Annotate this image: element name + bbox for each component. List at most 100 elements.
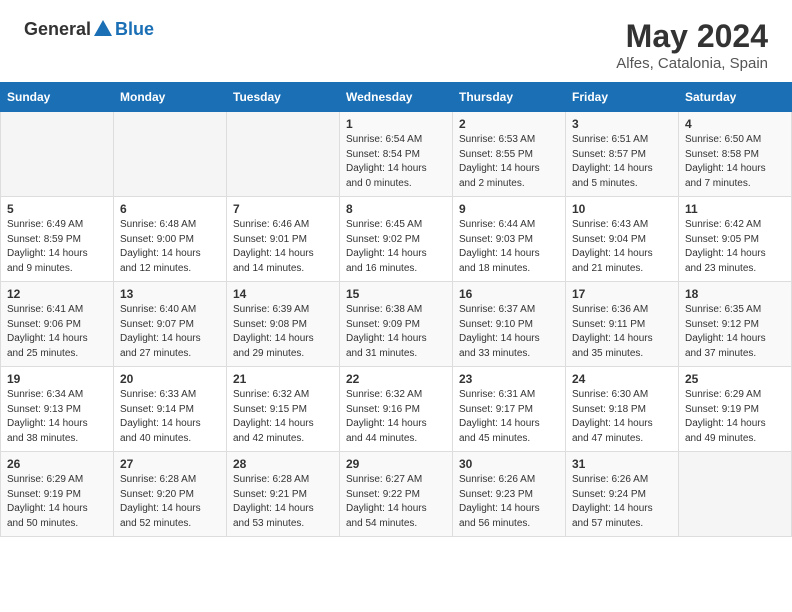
day-number: 21 bbox=[233, 372, 333, 386]
day-number: 4 bbox=[685, 117, 785, 131]
calendar-cell: 23Sunrise: 6:31 AMSunset: 9:17 PMDayligh… bbox=[453, 367, 566, 452]
cell-info: Sunrise: 6:38 AMSunset: 9:09 PMDaylight:… bbox=[346, 303, 446, 361]
day-number: 12 bbox=[7, 287, 107, 301]
col-header-monday: Monday bbox=[114, 83, 227, 112]
cell-info: Sunrise: 6:44 AMSunset: 9:03 PMDaylight:… bbox=[459, 218, 559, 276]
cell-info: Sunrise: 6:26 AMSunset: 9:24 PMDaylight:… bbox=[572, 473, 672, 531]
calendar-cell: 5 Sunrise: 6:49 AMSunset: 8:59 PMDaylight… bbox=[1, 197, 114, 282]
calendar-cell: 9 Sunrise: 6:44 AMSunset: 9:03 PMDaylight… bbox=[453, 197, 566, 282]
logo-icon bbox=[92, 18, 114, 40]
cell-info: Sunrise: 6:35 AMSunset: 9:12 PMDaylight:… bbox=[685, 303, 785, 361]
cell-info: Sunrise: 6:54 AMSunset: 8:54 PMDaylight:… bbox=[346, 133, 446, 191]
cell-info: Sunrise: 6:32 AMSunset: 9:15 PMDaylight:… bbox=[233, 388, 333, 446]
day-number: 27 bbox=[120, 457, 220, 471]
calendar-cell: 29 Sunrise: 6:27 AMSunset: 9:22 PMDayligh… bbox=[340, 452, 453, 537]
col-header-sunday: Sunday bbox=[1, 83, 114, 112]
cell-info: Sunrise: 6:50 AMSunset: 8:58 PMDaylight:… bbox=[685, 133, 785, 191]
day-number: 3 bbox=[572, 117, 672, 131]
cell-info: Sunrise: 6:36 AMSunset: 9:11 PMDaylight:… bbox=[572, 303, 672, 361]
col-header-friday: Friday bbox=[566, 83, 679, 112]
day-number: 15 bbox=[346, 287, 446, 301]
calendar-cell: 1 Sunrise: 6:54 AMSunset: 8:54 PMDaylight… bbox=[340, 112, 453, 197]
day-number: 7 bbox=[233, 202, 333, 216]
day-number: 26 bbox=[7, 457, 107, 471]
cell-info: Sunrise: 6:43 AMSunset: 9:04 PMDaylight:… bbox=[572, 218, 672, 276]
calendar-cell: 15 Sunrise: 6:38 AMSunset: 9:09 PMDayligh… bbox=[340, 282, 453, 367]
calendar-cell: 16 Sunrise: 6:37 AMSunset: 9:10 PMDayligh… bbox=[453, 282, 566, 367]
calendar-cell: 8 Sunrise: 6:45 AMSunset: 9:02 PMDaylight… bbox=[340, 197, 453, 282]
col-header-saturday: Saturday bbox=[679, 83, 792, 112]
calendar-cell: 27 Sunrise: 6:28 AMSunset: 9:20 PMDayligh… bbox=[114, 452, 227, 537]
day-number: 10 bbox=[572, 202, 672, 216]
col-header-thursday: Thursday bbox=[453, 83, 566, 112]
cell-info: Sunrise: 6:53 AMSunset: 8:55 PMDaylight:… bbox=[459, 133, 559, 191]
calendar-cell: 3 Sunrise: 6:51 AMSunset: 8:57 PMDaylight… bbox=[566, 112, 679, 197]
cell-info: Sunrise: 6:30 AMSunset: 9:18 PMDaylight:… bbox=[572, 388, 672, 446]
day-number: 1 bbox=[346, 117, 446, 131]
day-number: 19 bbox=[7, 372, 107, 386]
cell-info: Sunrise: 6:31 AMSunset: 9:17 PMDaylight:… bbox=[459, 388, 559, 446]
day-number: 17 bbox=[572, 287, 672, 301]
cell-info: Sunrise: 6:48 AMSunset: 9:00 PMDaylight:… bbox=[120, 218, 220, 276]
calendar-cell bbox=[679, 452, 792, 537]
col-header-tuesday: Tuesday bbox=[227, 83, 340, 112]
calendar-cell: 18 Sunrise: 6:35 AMSunset: 9:12 PMDayligh… bbox=[679, 282, 792, 367]
calendar-cell: 17 Sunrise: 6:36 AMSunset: 9:11 PMDayligh… bbox=[566, 282, 679, 367]
day-number: 29 bbox=[346, 457, 446, 471]
cell-info: Sunrise: 6:40 AMSunset: 9:07 PMDaylight:… bbox=[120, 303, 220, 361]
cell-info: Sunrise: 6:28 AMSunset: 9:20 PMDaylight:… bbox=[120, 473, 220, 531]
day-number: 28 bbox=[233, 457, 333, 471]
calendar-cell: 30 Sunrise: 6:26 AMSunset: 9:23 PMDayligh… bbox=[453, 452, 566, 537]
logo: General Blue bbox=[24, 18, 154, 40]
day-number: 13 bbox=[120, 287, 220, 301]
cell-info: Sunrise: 6:41 AMSunset: 9:06 PMDaylight:… bbox=[7, 303, 107, 361]
location-subtitle: Alfes, Catalonia, Spain bbox=[616, 55, 768, 72]
calendar-cell bbox=[227, 112, 340, 197]
cell-info: Sunrise: 6:32 AMSunset: 9:16 PMDaylight:… bbox=[346, 388, 446, 446]
day-number: 16 bbox=[459, 287, 559, 301]
cell-info: Sunrise: 6:51 AMSunset: 8:57 PMDaylight:… bbox=[572, 133, 672, 191]
calendar-week-4: 19 Sunrise: 6:34 AMSunset: 9:13 PMDayligh… bbox=[1, 367, 792, 452]
calendar-cell: 20Sunrise: 6:33 AMSunset: 9:14 PMDayligh… bbox=[114, 367, 227, 452]
calendar-cell: 6 Sunrise: 6:48 AMSunset: 9:00 PMDaylight… bbox=[114, 197, 227, 282]
cell-info: Sunrise: 6:49 AMSunset: 8:59 PMDaylight:… bbox=[7, 218, 107, 276]
calendar-cell: 2 Sunrise: 6:53 AMSunset: 8:55 PMDaylight… bbox=[453, 112, 566, 197]
day-number: 14 bbox=[233, 287, 333, 301]
day-number: 2 bbox=[459, 117, 559, 131]
cell-info: Sunrise: 6:29 AMSunset: 9:19 PMDaylight:… bbox=[7, 473, 107, 531]
month-year-title: May 2024 bbox=[616, 18, 768, 55]
calendar-cell: 31Sunrise: 6:26 AMSunset: 9:24 PMDayligh… bbox=[566, 452, 679, 537]
logo-general-text: General bbox=[24, 19, 91, 40]
cell-info: Sunrise: 6:45 AMSunset: 9:02 PMDaylight:… bbox=[346, 218, 446, 276]
calendar-cell: 11 Sunrise: 6:42 AMSunset: 9:05 PMDayligh… bbox=[679, 197, 792, 282]
day-number: 8 bbox=[346, 202, 446, 216]
cell-info: Sunrise: 6:37 AMSunset: 9:10 PMDaylight:… bbox=[459, 303, 559, 361]
cell-info: Sunrise: 6:42 AMSunset: 9:05 PMDaylight:… bbox=[685, 218, 785, 276]
day-number: 25 bbox=[685, 372, 785, 386]
cell-info: Sunrise: 6:39 AMSunset: 9:08 PMDaylight:… bbox=[233, 303, 333, 361]
calendar-cell: 26 Sunrise: 6:29 AMSunset: 9:19 PMDayligh… bbox=[1, 452, 114, 537]
day-number: 9 bbox=[459, 202, 559, 216]
calendar-cell: 7Sunrise: 6:46 AMSunset: 9:01 PMDaylight… bbox=[227, 197, 340, 282]
day-number: 30 bbox=[459, 457, 559, 471]
calendar-cell: 14 Sunrise: 6:39 AMSunset: 9:08 PMDayligh… bbox=[227, 282, 340, 367]
cell-info: Sunrise: 6:34 AMSunset: 9:13 PMDaylight:… bbox=[7, 388, 107, 446]
calendar-cell bbox=[114, 112, 227, 197]
day-number: 22 bbox=[346, 372, 446, 386]
day-number: 6 bbox=[120, 202, 220, 216]
calendar-cell: 22 Sunrise: 6:32 AMSunset: 9:16 PMDayligh… bbox=[340, 367, 453, 452]
calendar-week-5: 26 Sunrise: 6:29 AMSunset: 9:19 PMDayligh… bbox=[1, 452, 792, 537]
calendar-cell bbox=[1, 112, 114, 197]
day-number: 24 bbox=[572, 372, 672, 386]
cell-info: Sunrise: 6:29 AMSunset: 9:19 PMDaylight:… bbox=[685, 388, 785, 446]
day-number: 18 bbox=[685, 287, 785, 301]
logo-blue-text: Blue bbox=[115, 19, 154, 40]
calendar-cell: 12 Sunrise: 6:41 AMSunset: 9:06 PMDayligh… bbox=[1, 282, 114, 367]
cell-info: Sunrise: 6:26 AMSunset: 9:23 PMDaylight:… bbox=[459, 473, 559, 531]
cell-info: Sunrise: 6:27 AMSunset: 9:22 PMDaylight:… bbox=[346, 473, 446, 531]
day-number: 11 bbox=[685, 202, 785, 216]
page-header: General Blue May 2024 Alfes, Catalonia, … bbox=[0, 0, 792, 82]
cell-info: Sunrise: 6:28 AMSunset: 9:21 PMDaylight:… bbox=[233, 473, 333, 531]
calendar-cell: 10 Sunrise: 6:43 AMSunset: 9:04 PMDayligh… bbox=[566, 197, 679, 282]
day-number: 5 bbox=[7, 202, 107, 216]
